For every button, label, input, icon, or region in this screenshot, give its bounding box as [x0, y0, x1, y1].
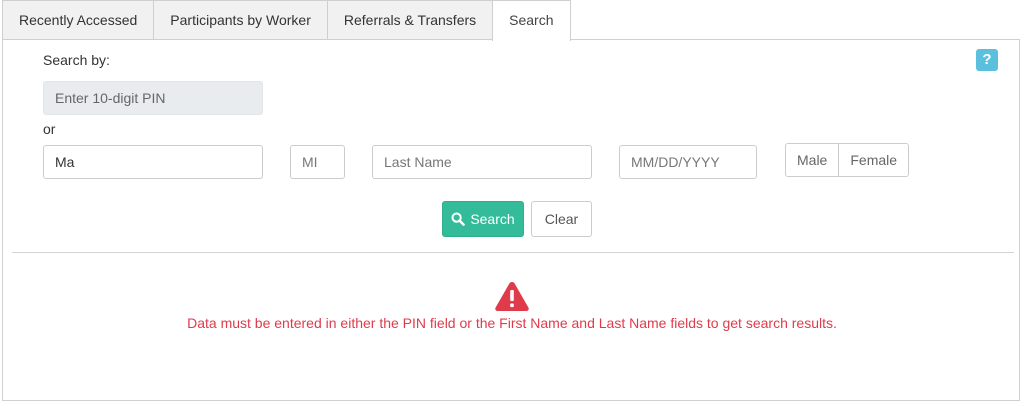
divider: [12, 252, 1014, 253]
tab-referrals-transfers[interactable]: Referrals & Transfers: [326, 0, 494, 39]
question-mark-icon: ?: [982, 51, 992, 68]
error-message: Data must be entered in either the PIN f…: [187, 315, 837, 331]
tab-recently-accessed[interactable]: Recently Accessed: [2, 0, 155, 39]
clear-button-label: Clear: [544, 211, 579, 227]
clear-button[interactable]: Clear: [531, 201, 592, 237]
first-name-input[interactable]: [43, 145, 263, 179]
pin-input[interactable]: [43, 81, 263, 115]
search-button[interactable]: Search: [442, 201, 524, 237]
search-by-label: Search by:: [43, 52, 110, 68]
gender-toggle: Male Female: [785, 143, 910, 177]
tab-search[interactable]: Search: [492, 0, 571, 41]
or-label: or: [43, 121, 56, 137]
search-button-label: Search: [470, 211, 515, 227]
search-icon: [451, 212, 466, 226]
dob-input[interactable]: [619, 145, 757, 179]
tab-bar: Recently Accessed Participants by Worker…: [2, 0, 571, 41]
warning-triangle-icon: [495, 282, 529, 311]
gender-female-button[interactable]: Female: [838, 144, 909, 176]
gender-male-button[interactable]: Male: [786, 144, 839, 176]
help-button[interactable]: ?: [976, 49, 998, 71]
middle-initial-input[interactable]: [290, 145, 345, 179]
tab-participants-by-worker[interactable]: Participants by Worker: [153, 0, 328, 39]
last-name-input[interactable]: [372, 145, 592, 179]
